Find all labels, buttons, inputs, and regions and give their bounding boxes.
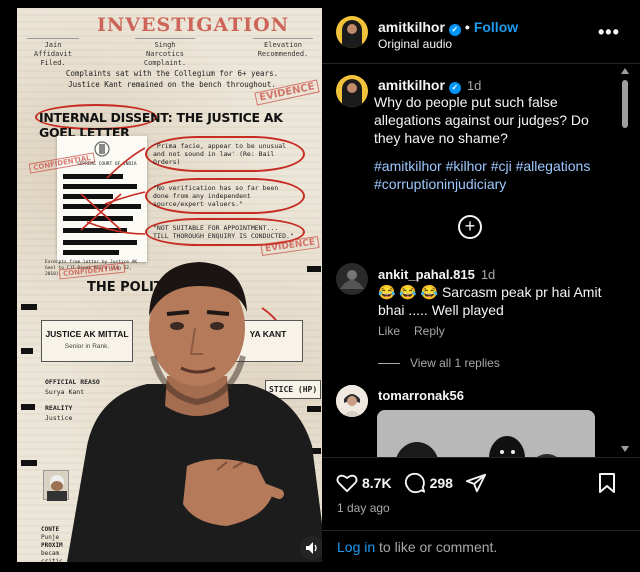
- caption-text: Why do people put such false allegations…: [374, 94, 589, 146]
- post-footer: 8.7K 298 1 day ago Log in to like or com…: [322, 457, 640, 572]
- post-header: amitkilhor ✓ • Follow Original audio •••: [322, 0, 640, 64]
- avatar-image: [336, 385, 368, 417]
- author-line: amitkilhor ✓ • Follow: [378, 19, 518, 36]
- redaction-bar: [21, 404, 35, 410]
- inset-portrait: [43, 470, 69, 501]
- comment-actions: Like Reply: [378, 324, 459, 338]
- author-avatar[interactable]: [336, 16, 368, 48]
- instagram-post-viewer: INVESTIGATION Jain Affidavit Filed. Sing…: [0, 0, 640, 572]
- follow-button[interactable]: Follow: [474, 19, 518, 35]
- caption-header: amitkilhor ✓ 1d: [378, 77, 481, 94]
- caption-avatar[interactable]: [336, 75, 368, 107]
- redaction-bar: [21, 348, 33, 354]
- lower-left-text: CONTEPunjePROXIMbecamcriticJan: [41, 526, 63, 562]
- caption-time: 1d: [466, 78, 482, 93]
- caption-username[interactable]: amitkilhor: [378, 77, 445, 93]
- scroll-thumb[interactable]: [622, 80, 628, 128]
- author-username[interactable]: amitkilhor: [378, 19, 445, 35]
- login-rest-text: to like or comment.: [375, 539, 498, 555]
- comments-list[interactable]: amitkilhor ✓ 1d Why do people put such fal…: [322, 65, 640, 457]
- reply-comment-button[interactable]: Reply: [414, 324, 445, 338]
- comment-media-image[interactable]: [377, 410, 595, 457]
- more-options-icon[interactable]: •••: [598, 22, 620, 43]
- likes-count[interactable]: 8.7K: [362, 475, 392, 491]
- load-more-comments-button[interactable]: +: [458, 215, 482, 239]
- comment-header: ankit_pahal.815 1d: [378, 267, 495, 282]
- original-audio-link[interactable]: Original audio: [378, 37, 452, 51]
- scroll-up-arrow-icon[interactable]: [621, 68, 629, 74]
- speaker-icon: [306, 542, 317, 554]
- post-timestamp[interactable]: 1 day ago: [337, 501, 390, 515]
- commenter-avatar[interactable]: [336, 263, 368, 295]
- reel-video[interactable]: INVESTIGATION Jain Affidavit Filed. Sing…: [17, 8, 322, 562]
- verified-badge-icon: ✓: [448, 24, 461, 36]
- scroll-down-arrow-icon[interactable]: [621, 446, 629, 452]
- comments-count[interactable]: 298: [430, 475, 453, 491]
- comment-username[interactable]: tomarronak56: [378, 388, 464, 403]
- view-replies-button[interactable]: View all 1 replies: [378, 356, 500, 370]
- bookmark-icon[interactable]: [598, 472, 616, 494]
- presenter-figure: [67, 262, 322, 562]
- mute-toggle-button[interactable]: [300, 536, 322, 560]
- redaction-bar: [21, 460, 37, 466]
- commenter-avatar[interactable]: [336, 385, 368, 417]
- avatar-image: [336, 263, 368, 295]
- dot-separator: •: [464, 19, 470, 35]
- caption-hashtags[interactable]: #amitkilhor #kilhor #cji #allegations #c…: [374, 157, 614, 193]
- comment-icon[interactable]: [404, 472, 426, 494]
- comment-text: 😂 😂 😂 Sarcasm peak pr hai Amit bhai ....…: [378, 284, 602, 318]
- view-replies-label: View all 1 replies: [410, 356, 500, 370]
- heart-icon[interactable]: [336, 473, 358, 493]
- comment-image-silhouettes: [377, 410, 595, 457]
- redaction-bar: [21, 304, 37, 310]
- post-sidebar: amitkilhor ✓ • Follow Original audio ••• am…: [322, 0, 640, 572]
- like-comment-button[interactable]: Like: [378, 324, 400, 338]
- login-link[interactable]: Log in: [337, 539, 375, 555]
- action-bar: 8.7K 298: [336, 471, 487, 495]
- login-prompt: Log in to like or comment.: [322, 530, 640, 572]
- login-text: Log in to like or comment.: [337, 539, 497, 555]
- comments-scrollbar[interactable]: [621, 66, 629, 456]
- reply-line-divider: [378, 363, 400, 365]
- share-icon[interactable]: [465, 472, 487, 494]
- comment-time: 1d: [480, 267, 496, 282]
- comment-username[interactable]: ankit_pahal.815: [378, 267, 475, 282]
